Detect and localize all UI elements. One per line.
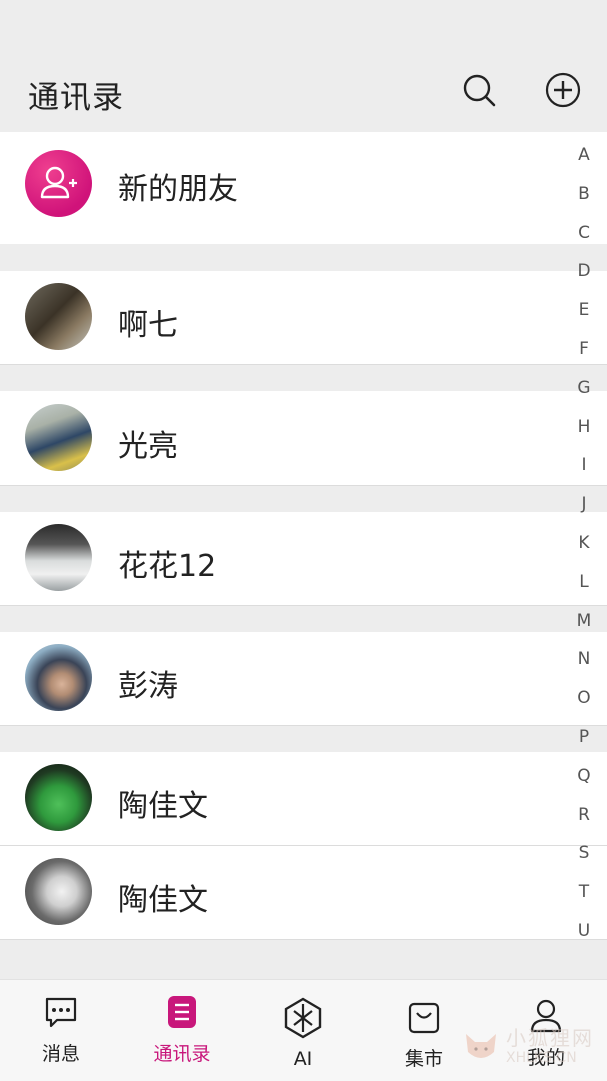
tab-market[interactable]: 集市	[374, 980, 474, 1081]
divider	[0, 485, 607, 486]
divider	[0, 364, 607, 365]
index-letter[interactable]: F	[569, 330, 599, 369]
avatar	[25, 283, 92, 350]
index-letter[interactable]: J	[569, 485, 599, 524]
contacts-book-icon	[164, 994, 200, 1030]
index-letter[interactable]: L	[569, 563, 599, 602]
index-letter[interactable]: Q	[569, 757, 599, 796]
divider	[0, 605, 607, 606]
index-letter[interactable]: T	[569, 873, 599, 912]
index-letter[interactable]: N	[569, 640, 599, 679]
index-letter[interactable]: G	[569, 369, 599, 408]
index-letter[interactable]: K	[569, 524, 599, 563]
contact-name: 陶佳文	[118, 789, 208, 824]
index-letter[interactable]: M	[569, 602, 599, 641]
index-letter[interactable]: I	[569, 446, 599, 485]
watermark-url: XHLKS.CN	[506, 1050, 577, 1066]
contact-name: 陶佳文	[118, 883, 208, 918]
index-letter[interactable]: E	[569, 291, 599, 330]
contact-name: 光亮	[118, 429, 178, 464]
fox-logo-icon	[466, 1034, 496, 1058]
contact-name: 花花12	[118, 549, 217, 584]
page-title: 通讯录	[28, 80, 124, 116]
new-friends-label: 新的朋友	[118, 172, 238, 207]
tab-label: 消息	[41, 1043, 80, 1065]
alphabet-index[interactable]: A B C D E F G H I J K L M N O P Q R S T …	[569, 136, 599, 951]
tab-contacts[interactable]: 通讯录	[132, 980, 232, 1081]
avatar	[25, 858, 92, 925]
ai-logo-icon	[281, 996, 325, 1040]
new-friends-row[interactable]: 新的朋友	[0, 132, 607, 244]
index-letter[interactable]: R	[569, 796, 599, 835]
header: 通讯录	[0, 0, 607, 130]
add-user-icon	[25, 150, 92, 217]
index-letter[interactable]: P	[569, 718, 599, 757]
divider	[0, 939, 607, 940]
tab-label: AI	[293, 1048, 313, 1070]
avatar	[25, 524, 92, 591]
index-letter[interactable]: S	[569, 834, 599, 873]
watermark: 小狐狸网 XHLKS.CN	[461, 1018, 601, 1074]
avatar	[25, 644, 92, 711]
index-letter[interactable]: C	[569, 214, 599, 253]
divider	[0, 725, 607, 726]
contact-name: 彭涛	[118, 669, 178, 704]
chat-bubble-icon	[43, 994, 79, 1030]
tab-messages[interactable]: 消息	[11, 980, 111, 1081]
plus-circle-icon[interactable]	[545, 72, 581, 108]
contact-row[interactable]: 花花12	[0, 512, 607, 605]
avatar	[25, 764, 92, 831]
index-letter[interactable]: A	[569, 136, 599, 175]
contact-row[interactable]: 光亮	[0, 391, 607, 485]
contact-name: 啊七	[118, 308, 178, 343]
search-icon[interactable]	[461, 72, 497, 108]
index-letter[interactable]: O	[569, 679, 599, 718]
contact-row[interactable]: 彭涛	[0, 632, 607, 725]
tab-label: 集市	[404, 1048, 443, 1070]
index-letter[interactable]: U	[569, 912, 599, 951]
index-letter[interactable]: H	[569, 408, 599, 447]
contact-row[interactable]: 啊七	[0, 271, 607, 364]
contact-row[interactable]: 陶佳文	[0, 752, 607, 845]
watermark-text: 小狐狸网	[506, 1026, 594, 1050]
contact-row[interactable]: 陶佳文	[0, 846, 607, 939]
shopping-bag-icon	[406, 1000, 442, 1036]
avatar	[25, 404, 92, 471]
index-letter[interactable]: B	[569, 175, 599, 214]
tab-ai[interactable]: AI	[253, 980, 353, 1081]
index-letter[interactable]: D	[569, 252, 599, 291]
tab-label: 通讯录	[153, 1043, 211, 1065]
